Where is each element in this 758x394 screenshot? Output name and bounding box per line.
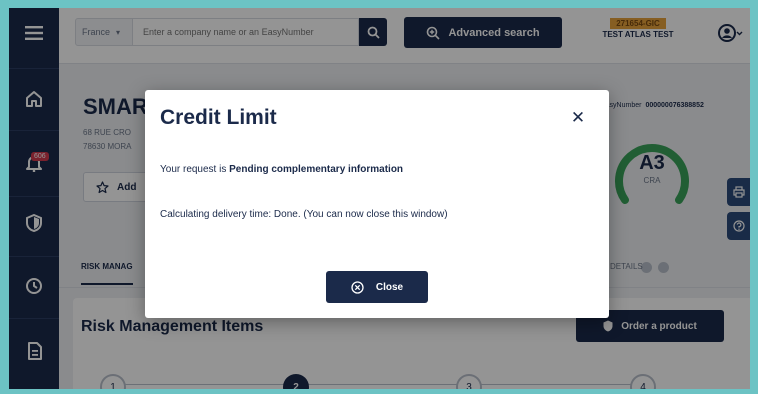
close-circle-icon: [351, 280, 364, 294]
close-icon[interactable]: ✕: [568, 108, 588, 128]
credit-limit-dialog: Credit Limit ✕ Your request is Pending c…: [145, 90, 609, 318]
request-status-text: Your request is Pending complementary in…: [160, 164, 403, 175]
dialog-title: Credit Limit: [160, 106, 277, 129]
app-window: 606 France ▾ Advanced search 271654-GIC: [9, 8, 750, 389]
close-button[interactable]: Close: [326, 271, 428, 303]
close-button-label: Close: [375, 281, 404, 293]
request-prefix: Your request is: [160, 164, 230, 175]
delivery-time-text: Calculating delivery time: Done. (You ca…: [160, 209, 448, 220]
request-status: Pending complementary information: [229, 164, 404, 175]
